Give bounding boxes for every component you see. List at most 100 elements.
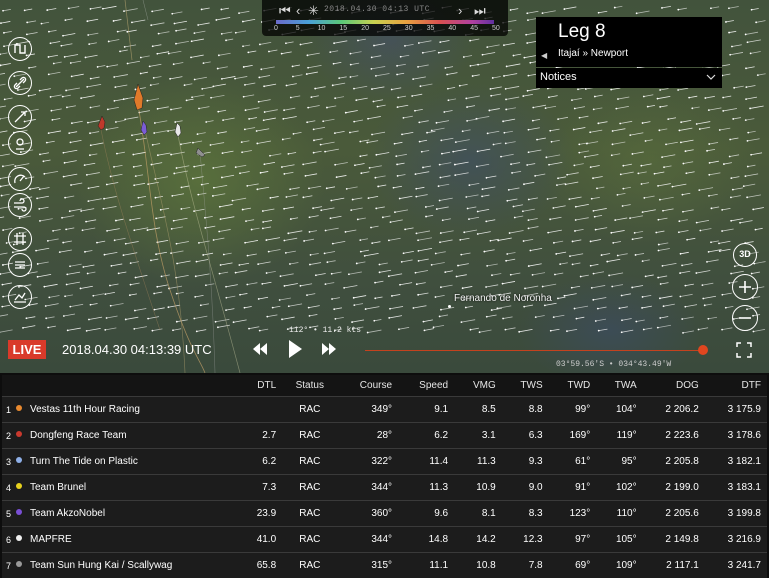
place-label: Fernando de Noronha	[454, 293, 552, 304]
vmg-cell: 10.8	[454, 553, 502, 578]
speed-cell: 11.3	[398, 475, 454, 501]
twa-cell: 110°	[596, 501, 642, 527]
column-header[interactable]: Course	[337, 375, 398, 397]
grid-icon[interactable]	[8, 227, 32, 251]
table-row[interactable]: 2Dongfeng Race Team2.7RAC28°6.23.16.3169…	[2, 423, 767, 449]
notices-dropdown[interactable]: Notices	[536, 68, 722, 88]
column-header[interactable]	[14, 375, 239, 397]
dog-cell: 2 199.0	[643, 475, 705, 501]
dtl-cell: 7.3	[239, 475, 282, 501]
playback-handle[interactable]	[698, 345, 708, 355]
tws-cell: 7.8	[502, 553, 549, 578]
skip-forward-icon[interactable]: ⏭	[474, 3, 486, 19]
speed-icon[interactable]	[8, 167, 32, 191]
column-header[interactable]: DTL	[239, 375, 282, 397]
column-header[interactable]	[2, 375, 14, 397]
step-back-icon[interactable]: ‹	[296, 3, 300, 18]
vmg-cell: 3.1	[454, 423, 502, 449]
column-header[interactable]: TWD	[549, 375, 597, 397]
table-row[interactable]: 6MAPFRE41.0RAC344°14.814.212.397°105°2 1…	[2, 527, 767, 553]
boat-akzonobel[interactable]	[141, 121, 147, 135]
team-color-dot	[16, 561, 22, 567]
speed-cell: 11.4	[398, 449, 454, 475]
course-cell: 322°	[337, 449, 398, 475]
column-header[interactable]: TWS	[502, 375, 549, 397]
team-name-cell: MAPFRE	[14, 527, 239, 553]
rank: 2	[2, 423, 14, 449]
tws-cell: 12.3	[502, 527, 549, 553]
play-icon[interactable]	[286, 339, 304, 359]
team-name-cell: Turn The Tide on Plastic	[14, 449, 239, 475]
twa-cell: 95°	[596, 449, 642, 475]
twd-cell: 169°	[549, 423, 597, 449]
waypoint-icon[interactable]	[8, 131, 32, 155]
wind-scale-tick: 0	[274, 25, 278, 32]
link-icon[interactable]	[8, 71, 32, 95]
column-header[interactable]: TWA	[596, 375, 642, 397]
skip-back-icon[interactable]: ⏮	[279, 3, 291, 19]
rank: 5	[2, 501, 14, 527]
rewind-icon[interactable]	[251, 339, 269, 359]
status-cell: RAC	[282, 501, 337, 527]
twd-cell: 123°	[549, 501, 597, 527]
previous-leg-icon[interactable]: ◀	[541, 51, 547, 60]
boat-vestas[interactable]	[134, 84, 143, 110]
dtl-cell: 65.8	[239, 553, 282, 578]
wind-icon[interactable]	[8, 193, 32, 217]
leg-panel: Leg 8 ◀ Itajaí » Newport	[536, 17, 722, 67]
wind-scale-labels: 05101520253035404550	[276, 25, 506, 35]
table-row[interactable]: 3Turn The Tide on Plastic6.2RAC322°11.41…	[2, 449, 767, 475]
view-3d-button[interactable]: 3D	[733, 243, 757, 267]
live-badge[interactable]: LIVE	[8, 340, 46, 359]
team-name-cell: Team AkzoNobel	[14, 501, 239, 527]
boat-dongfeng[interactable]	[98, 116, 105, 130]
dtl-cell: 2.7	[239, 423, 282, 449]
column-header[interactable]: Status	[282, 375, 337, 397]
table-row[interactable]: 7Team Sun Hung Kai / Scallywag65.8RAC315…	[2, 553, 767, 578]
table-row[interactable]: 5Team AkzoNobel23.9RAC360°9.68.18.3123°1…	[2, 501, 767, 527]
twa-cell: 109°	[596, 553, 642, 578]
team-color-dot	[16, 535, 22, 541]
dtl-cell: 41.0	[239, 527, 282, 553]
dtl-cell: 6.2	[239, 449, 282, 475]
boat-mapfre[interactable]	[175, 123, 181, 137]
boat-scallywag[interactable]	[196, 148, 205, 157]
fullscreen-icon[interactable]	[736, 342, 752, 358]
wind-scale-tick: 25	[383, 25, 391, 32]
column-header[interactable]: DOG	[643, 375, 705, 397]
table-row[interactable]: 4Team Brunel7.3RAC344°11.310.99.091°102°…	[2, 475, 767, 501]
tws-cell: 9.3	[502, 449, 549, 475]
wind-readout: 112° • 11.2 kts	[289, 326, 361, 335]
playback-track[interactable]	[365, 350, 705, 351]
vmg-cell: 11.3	[454, 449, 502, 475]
leg-route: Itajaí » Newport	[558, 48, 628, 59]
layers-icon[interactable]	[8, 253, 32, 277]
course-cell: 344°	[337, 475, 398, 501]
leaderboard-table: DTLStatusCourseSpeedVMGTWSTWDTWADOGDTF 1…	[2, 375, 767, 578]
column-header[interactable]: DTF	[705, 375, 767, 397]
column-header[interactable]: VMG	[454, 375, 502, 397]
timeline-date: 2018.04.30 04:13 UTC	[324, 5, 430, 14]
route-icon[interactable]	[8, 37, 32, 61]
dog-cell: 2 205.6	[643, 501, 705, 527]
team-name: Vestas 11th Hour Racing	[30, 404, 140, 415]
zoom-out-button[interactable]	[732, 305, 758, 331]
dtf-cell: 3 241.7	[705, 553, 767, 578]
compass-icon[interactable]	[8, 105, 32, 129]
column-header[interactable]: Speed	[398, 375, 454, 397]
dtl-cell: 23.9	[239, 501, 282, 527]
zoom-in-button[interactable]	[732, 274, 758, 300]
chart-icon[interactable]	[8, 285, 32, 309]
team-name: Team Brunel	[30, 482, 86, 493]
dtl-cell	[239, 397, 282, 423]
wind-settings-icon[interactable]: ✳	[308, 3, 319, 19]
fast-forward-icon[interactable]	[320, 339, 338, 359]
status-cell: RAC	[282, 423, 337, 449]
speed-cell: 6.2	[398, 423, 454, 449]
dtf-cell: 3 182.1	[705, 449, 767, 475]
status-cell: RAC	[282, 475, 337, 501]
step-forward-icon[interactable]: ›	[458, 3, 462, 18]
table-row[interactable]: 1Vestas 11th Hour RacingRAC349°9.18.58.8…	[2, 397, 767, 423]
dtf-cell: 3 183.1	[705, 475, 767, 501]
race-map[interactable]: ⏮ ‹ ✳ 2018.04.30 04:13 UTC › ⏭ 051015202…	[0, 0, 769, 373]
